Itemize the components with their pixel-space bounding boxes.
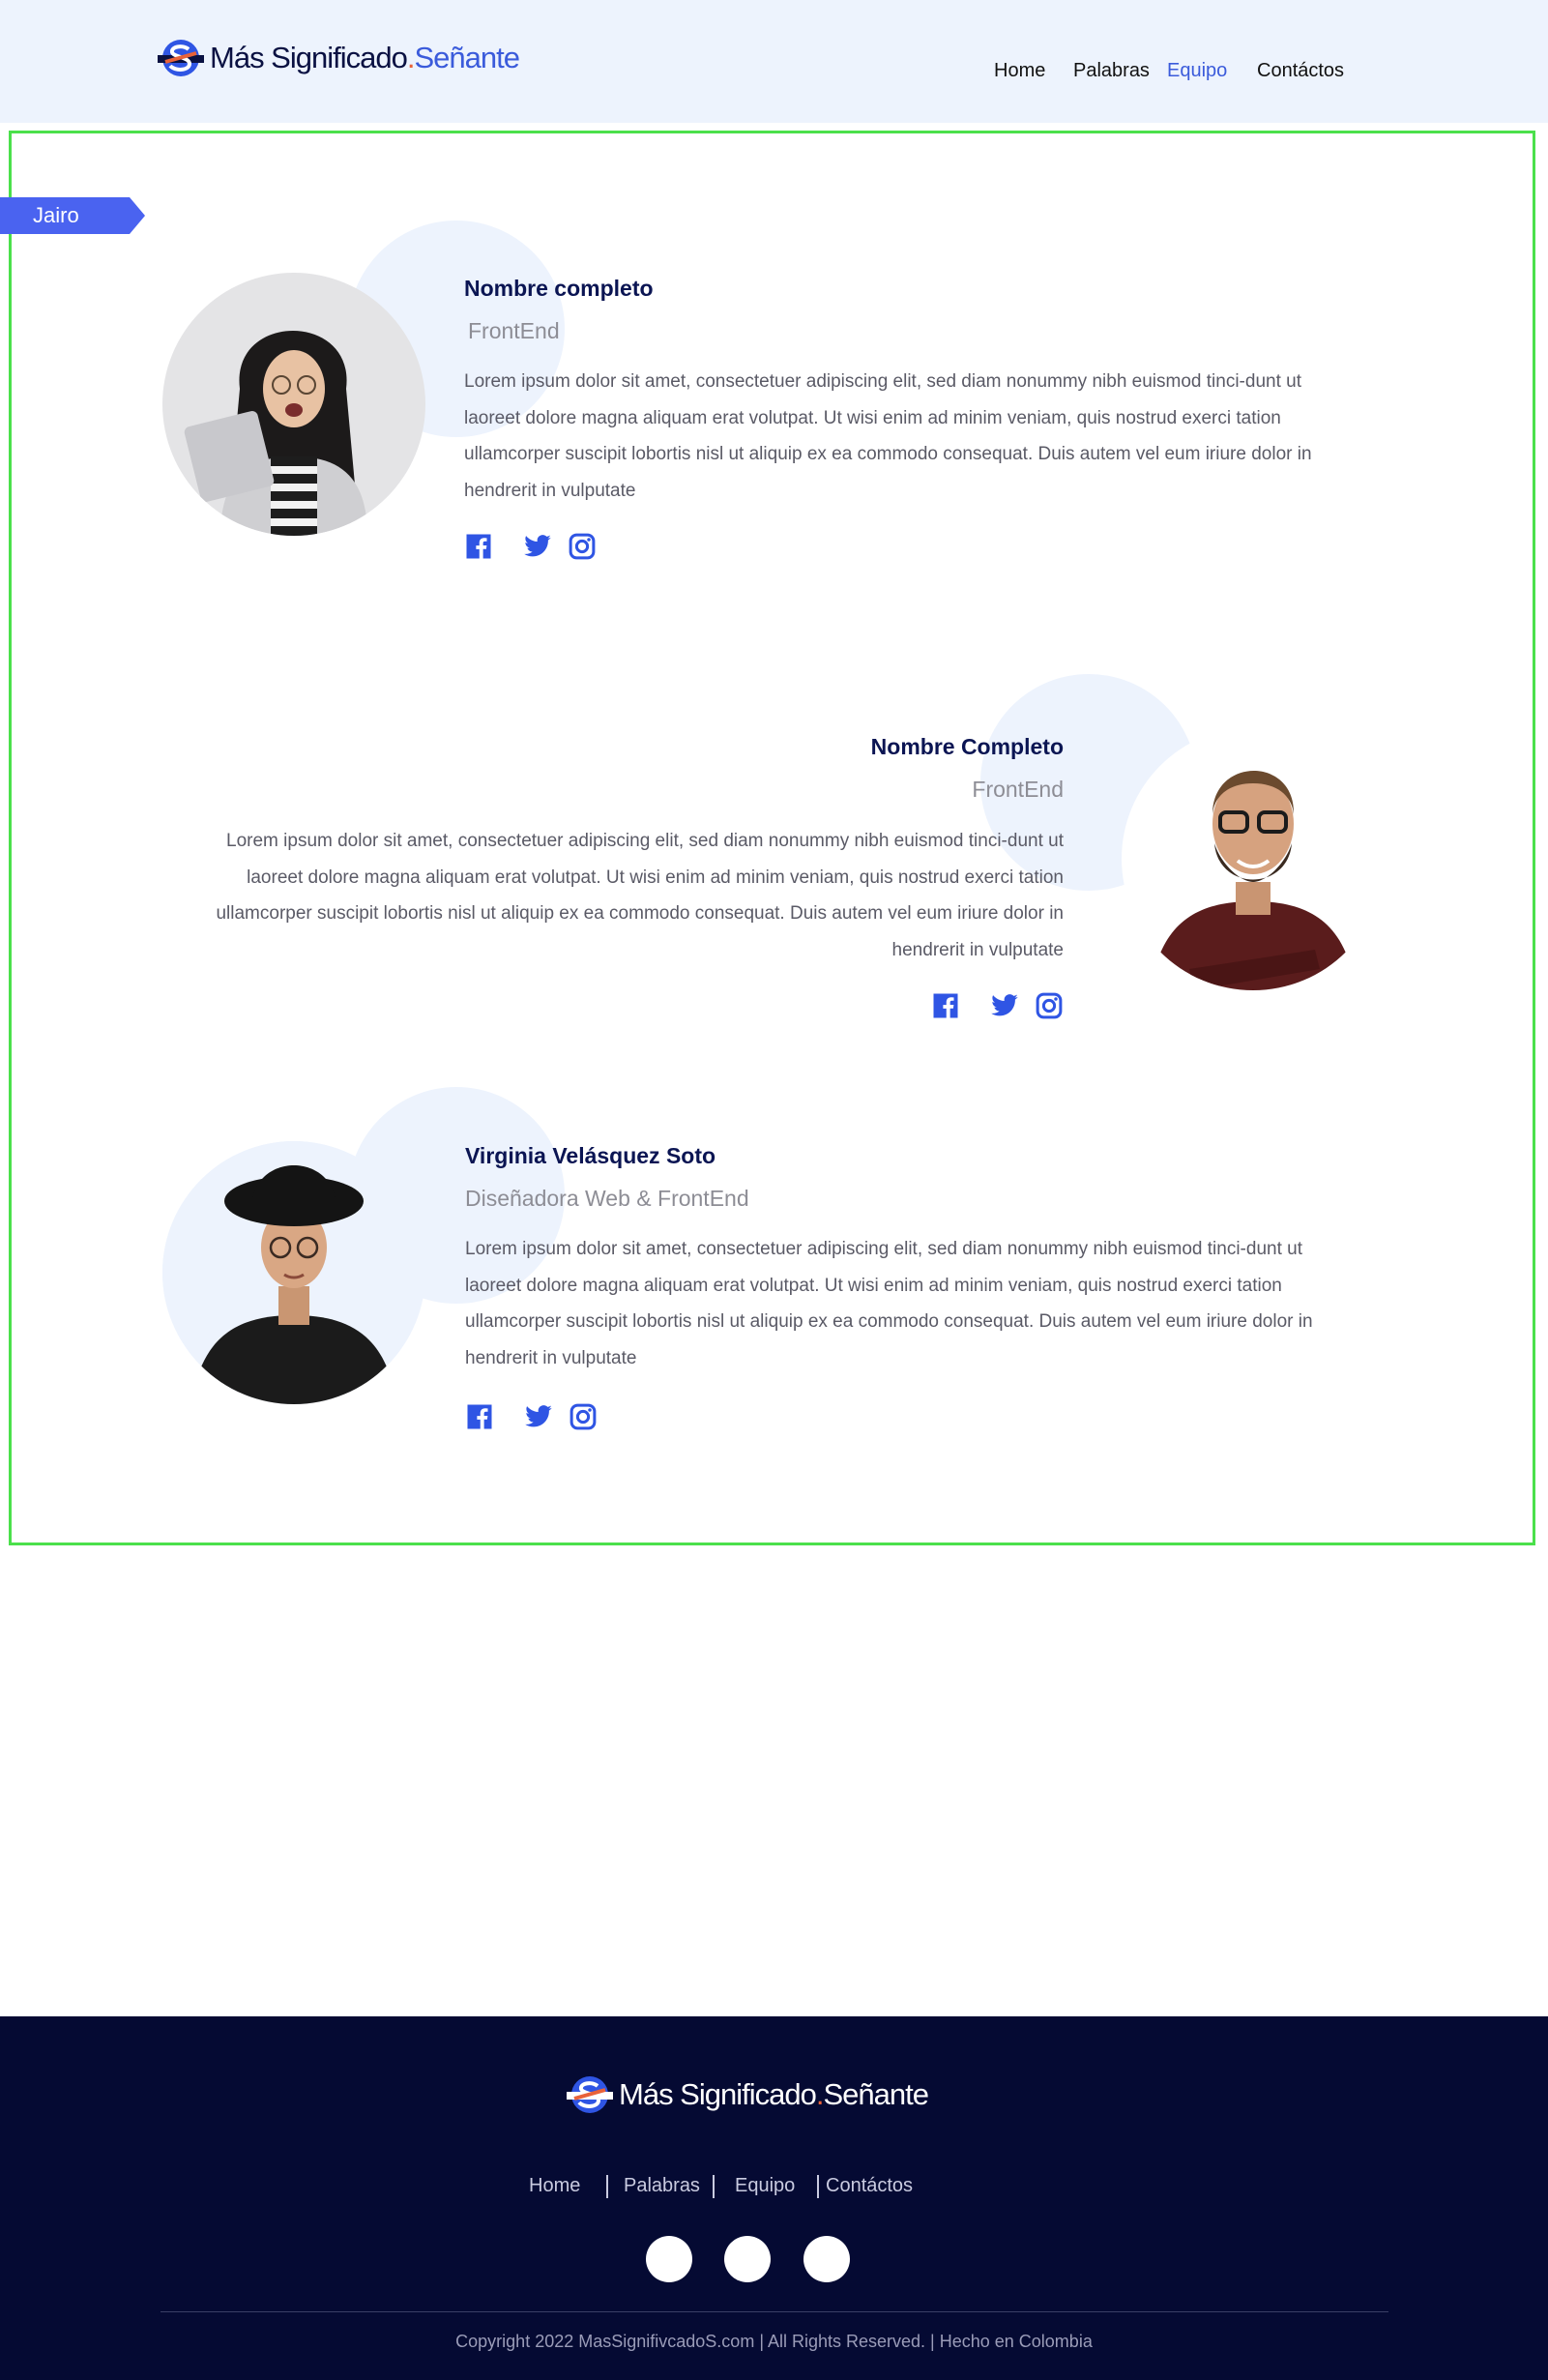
twitter-icon[interactable] [524, 1402, 553, 1431]
footer-social-link[interactable] [724, 2236, 771, 2282]
member-3-socials [465, 1402, 598, 1431]
main-nav: Home Palabras Equipo Contáctos [0, 60, 1548, 89]
logo-part-2: Señante [823, 2077, 928, 2111]
member-1-role: FrontEnd [468, 318, 560, 343]
nav-home[interactable]: Home [994, 60, 1045, 82]
instagram-icon[interactable] [568, 532, 597, 561]
member-1-bio: Lorem ipsum dolor sit amet, consectetuer… [464, 371, 1312, 501]
instagram-icon[interactable] [569, 1402, 598, 1431]
member-2-socials [931, 991, 1064, 1020]
member-2-bio: Lorem ipsum dolor sit amet, consectetuer… [216, 831, 1064, 960]
member-1-photo [162, 273, 425, 536]
member-1-name: Nombre completo [464, 276, 654, 301]
member-1-socials [464, 532, 597, 561]
facebook-icon[interactable] [465, 1402, 494, 1431]
facebook-icon[interactable] [464, 532, 493, 561]
footer-logo[interactable]: Más Significado.Señante [567, 2075, 929, 2114]
member-2-photo [1122, 727, 1385, 990]
member-3-name: Virginia Velásquez Soto [465, 1143, 716, 1168]
nav-equipo[interactable]: Equipo [1167, 60, 1227, 82]
nav-palabras[interactable]: Palabras [1073, 60, 1150, 82]
footer-social-link[interactable] [646, 2236, 692, 2282]
member-2-name: Nombre Completo [870, 734, 1064, 759]
twitter-icon[interactable] [990, 991, 1019, 1020]
footer-nav-equipo[interactable]: Equipo [735, 2175, 795, 2197]
member-3-bio: Lorem ipsum dolor sit amet, consectetuer… [465, 1239, 1313, 1368]
logo-text: Más Significado.Señante [619, 2077, 929, 2112]
footer-nav-divider [817, 2175, 819, 2198]
logo-icon [567, 2075, 613, 2114]
member-2-role: FrontEnd [972, 777, 1064, 802]
logo-part-1: Más Significado [619, 2077, 817, 2111]
site-footer: Más Significado.Señante Home Palabras Eq… [0, 2016, 1548, 2380]
footer-nav-contactos[interactable]: Contáctos [826, 2175, 913, 2197]
footer-social-link[interactable] [803, 2236, 850, 2282]
footer-nav-palabras[interactable]: Palabras [624, 2175, 700, 2197]
section-tag: Jairo [0, 197, 145, 234]
twitter-icon[interactable] [523, 532, 552, 561]
nav-contactos[interactable]: Contáctos [1257, 60, 1344, 82]
member-3-role: Diseñadora Web & FrontEnd [465, 1186, 749, 1211]
instagram-icon[interactable] [1035, 991, 1064, 1020]
member-3-photo [162, 1141, 425, 1404]
copyright-text: Copyright 2022 MasSignifivcadoS.com | Al… [455, 2332, 1093, 2351]
footer-nav-divider [606, 2175, 608, 2198]
footer-divider [161, 2311, 1388, 2312]
footer-nav-home[interactable]: Home [529, 2175, 580, 2197]
facebook-icon[interactable] [931, 991, 960, 1020]
site-header: Más Significado.Señante Home Palabras Eq… [0, 0, 1548, 123]
footer-nav-divider [713, 2175, 715, 2198]
